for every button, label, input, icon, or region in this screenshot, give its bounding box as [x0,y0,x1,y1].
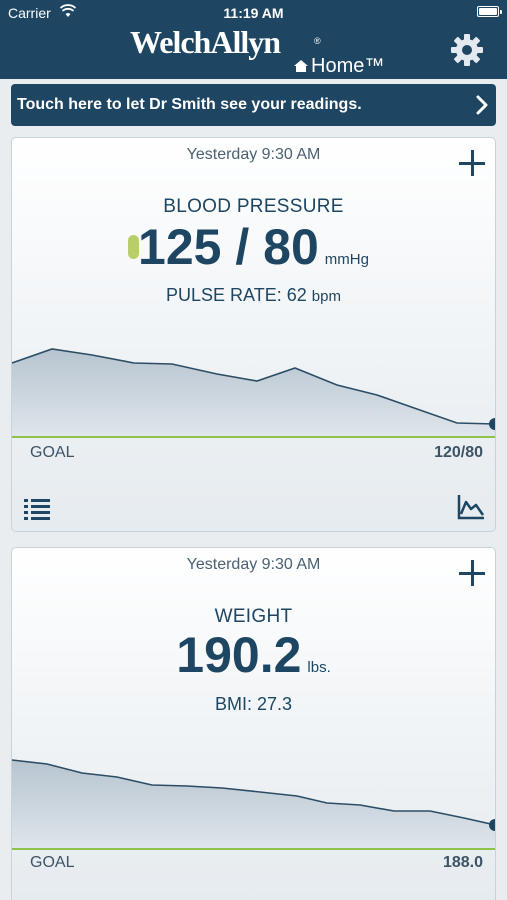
weight-goal-label: GOAL [30,854,75,871]
weight-card[interactable]: Yesterday 9:30 AM WEIGHT 190.2 lbs. BMI: … [11,547,496,900]
bp-value-row: 125 / 80 mmHg [12,218,495,276]
app-header: Carrier 11:19 AM WelchAllyn ® Home™ [0,0,507,79]
bp-timestamp: Yesterday 9:30 AM [186,146,321,163]
brand-registered-mark: ® [314,36,321,46]
share-banner-text: Touch here to let Dr Smith see your read… [17,96,362,113]
bp-value: 125 / 80 [138,219,319,275]
blood-pressure-card[interactable]: Yesterday 9:30 AM BLOOD PRESSURE 125 / 8… [11,137,496,532]
pulse-rate: PULSE RATE: 62 [166,285,307,305]
brand-home-text: Home™ [311,55,385,77]
house-icon [294,60,308,72]
bmi-row: BMI: 27.3 [12,694,495,715]
weight-goal-value: 188.0 [442,854,483,871]
share-readings-banner[interactable]: Touch here to let Dr Smith see your read… [11,84,496,126]
bp-title: BLOOD PRESSURE [163,196,344,217]
status-time: 11:19 AM [223,5,284,21]
add-bp-reading-plus-icon[interactable] [459,150,485,176]
battery-icon [477,6,499,17]
status-bar: Carrier 11:19 AM [0,0,507,26]
gear-icon[interactable] [450,33,484,67]
brand-logo: WelchAllyn [130,24,281,60]
bmi-value: BMI: 27.3 [214,694,293,714]
bp-unit: mmHg [324,251,369,268]
bp-trend-area [12,349,495,437]
battery-tip [500,10,502,14]
weight-trend-chart[interactable] [12,743,495,853]
add-weight-reading-plus-icon[interactable] [459,560,485,586]
brand-home-logo: Home™ [293,55,384,78]
bp-goal-label: GOAL [30,444,75,461]
weight-title: WEIGHT [214,606,293,627]
weight-timestamp: Yesterday 9:30 AM [186,556,321,573]
weight-value-row: 190.2 lbs. [12,626,495,684]
pulse-rate-row: PULSE RATE: 62 bpm [12,285,495,306]
list-icon[interactable] [24,498,50,520]
chevron-right-icon [476,95,488,115]
weight-value: 190.2 [176,627,302,683]
bp-goal-value: 120/80 [434,444,483,461]
bp-trend-chart[interactable] [12,333,495,443]
trend-chart-icon[interactable] [457,494,485,520]
weight-unit: lbs. [307,659,331,676]
pulse-unit: bpm [311,288,341,305]
